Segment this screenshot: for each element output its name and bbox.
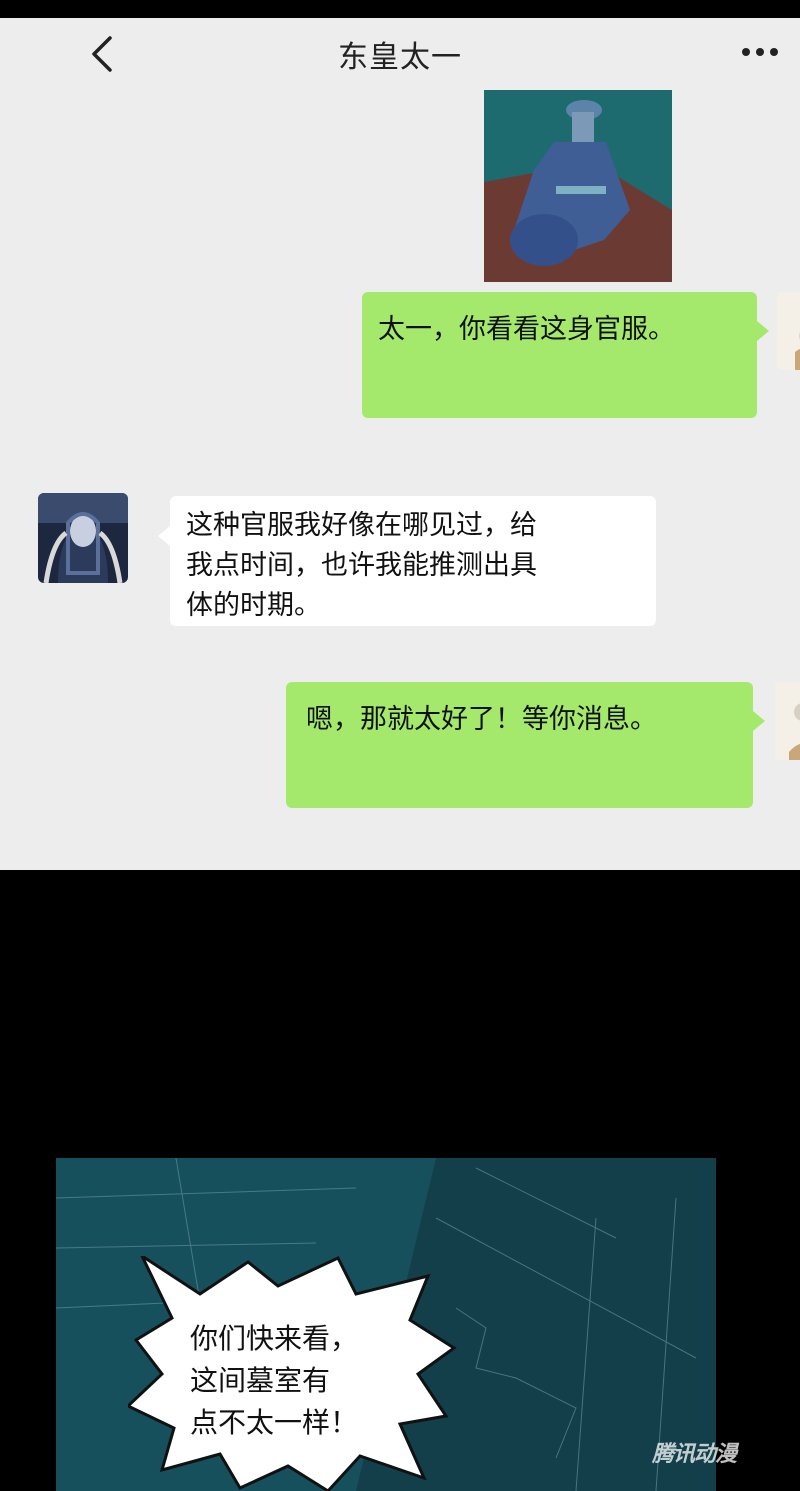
message-bubble-sent-1[interactable]: 太一，你看看这身官服。	[362, 292, 757, 418]
message-bubble-received-1[interactable]: 这种官服我好像在哪见过，给 我点时间，也许我能推测出具 体的时期。	[170, 496, 656, 626]
avatar-donghuang-taiyi[interactable]	[38, 493, 128, 583]
message-bubble-sent-2[interactable]: 嗯，那就太好了！等你消息。	[286, 682, 753, 808]
speech-line: 点不太一样！	[190, 1406, 359, 1439]
more-button[interactable]	[738, 40, 782, 64]
more-horizontal-icon	[742, 48, 778, 56]
user-avatar-icon	[777, 292, 800, 370]
chat-title: 东皇太一	[338, 40, 462, 75]
contact-avatar-icon	[38, 493, 128, 583]
message-text: 太一，你看看这身官服。	[378, 314, 675, 345]
speech-line: 你们快来看，	[190, 1322, 359, 1355]
bubble-tail	[158, 526, 170, 546]
message-text: 嗯，那就太好了！等你消息。	[306, 704, 657, 735]
image-message[interactable]	[484, 90, 672, 282]
message-line: 体的时期。	[186, 590, 321, 621]
bubble-tail	[753, 711, 765, 731]
avatar-self[interactable]	[775, 682, 800, 760]
uniform-photo	[484, 90, 672, 282]
avatar-self[interactable]	[777, 292, 800, 370]
speech-text: 你们快来看， 这间墓室有 点不太一样！	[190, 1318, 390, 1444]
message-line: 这种官服我好像在哪见过，给	[186, 510, 537, 541]
watermark-logo: 腾讯动漫	[652, 1442, 737, 1467]
message-line: 我点时间，也许我能推测出具	[186, 550, 537, 581]
chat-header: 东皇太一	[0, 18, 800, 90]
speech-line: 这间墓室有	[190, 1364, 331, 1397]
bubble-tail	[757, 321, 769, 341]
chat-screen: 东皇太一 太一，你看看这身官服。 这种官服我好像在哪见过，给 我点时间，也许我能…	[0, 18, 800, 870]
user-avatar-icon	[775, 682, 800, 760]
